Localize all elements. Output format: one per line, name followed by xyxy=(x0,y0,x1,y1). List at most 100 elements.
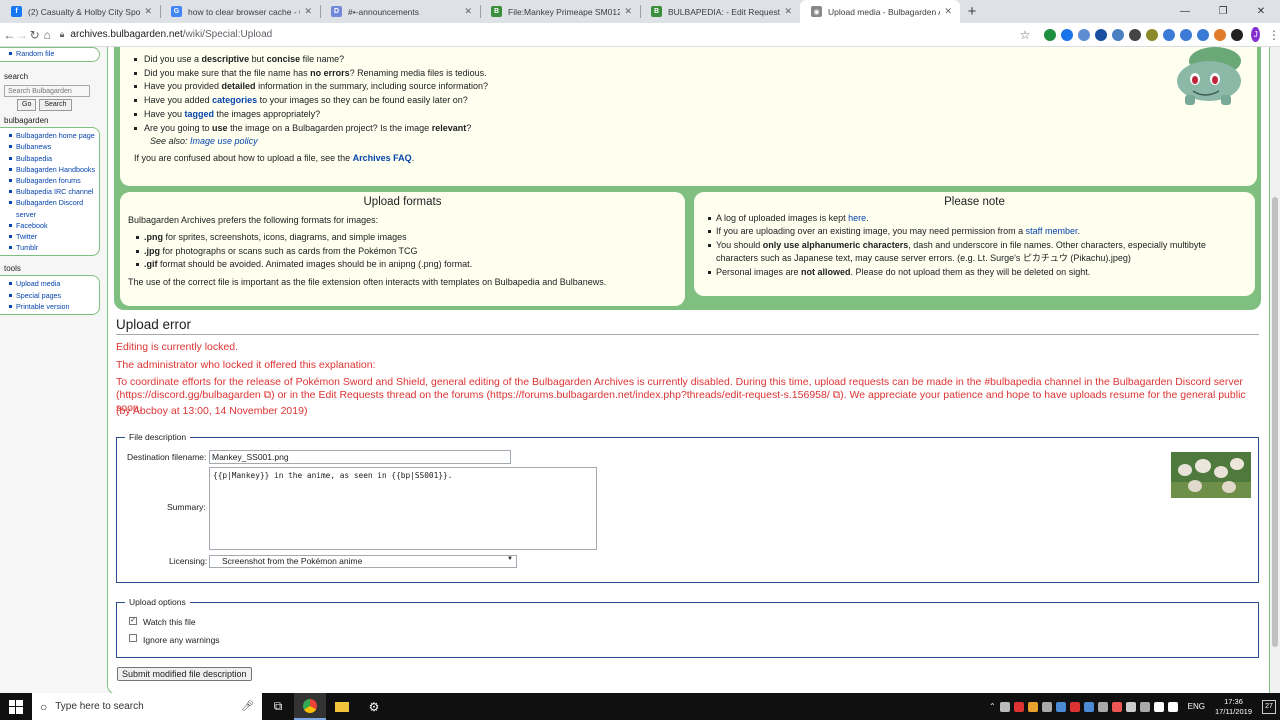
microphone-icon[interactable]: 🎤︎ xyxy=(241,701,254,712)
watch-file-label[interactable]: Watch this file xyxy=(143,617,196,627)
tray-app-icon[interactable] xyxy=(1041,701,1052,712)
sidebar-link[interactable]: Bulbapedia IRC channel xyxy=(4,186,97,197)
extension-icon[interactable] xyxy=(1197,28,1210,41)
extension-icon[interactable] xyxy=(1129,28,1142,41)
sidebar-search-input[interactable]: Search Bulbagarden xyxy=(4,85,90,98)
tagged-link[interactable]: tagged xyxy=(185,109,215,119)
file-description-legend: File description xyxy=(125,432,191,442)
tab-3[interactable]: B File:Mankey Primeape SM012.png✕ xyxy=(480,0,640,23)
file-description-fieldset: File description Destination filename: M… xyxy=(116,432,1259,583)
url-host: archives.bulbagarden.net xyxy=(70,29,183,40)
close-icon[interactable]: ✕ xyxy=(624,6,632,17)
scrollbar-thumb[interactable] xyxy=(1272,197,1278,647)
bookmark-star-icon[interactable]: ☆ xyxy=(1020,28,1031,42)
tray-app-icon[interactable] xyxy=(1125,701,1136,712)
minimize-icon[interactable]: — xyxy=(1166,0,1204,23)
show-hidden-icons-icon[interactable]: ⌃ xyxy=(989,702,996,711)
licensing-selected-value: Screenshot from the Pokémon anime xyxy=(222,556,363,566)
notification-center-icon[interactable]: 27 xyxy=(1262,699,1276,714)
taskbar-search-box[interactable]: ○ Type here to search 🎤︎ xyxy=(32,693,262,720)
tray-app-icon[interactable] xyxy=(1013,701,1024,712)
sidebar-link[interactable]: Bulbapedia xyxy=(4,153,97,164)
sidebar-link[interactable]: Special pages xyxy=(4,290,97,301)
upload-log-link[interactable]: here xyxy=(848,213,866,223)
restore-icon[interactable]: ❐ xyxy=(1204,0,1242,23)
back-icon[interactable]: ← xyxy=(3,28,16,42)
sidebar-link[interactable]: Tumblr xyxy=(4,242,97,253)
network-icon[interactable] xyxy=(1153,701,1164,712)
sidebar-link[interactable]: Bulbanews xyxy=(4,141,97,152)
ignore-warnings-checkbox[interactable] xyxy=(129,634,137,642)
extension-icon[interactable] xyxy=(1095,28,1108,41)
categories-link[interactable]: categories xyxy=(212,95,257,105)
extension-icon[interactable] xyxy=(1146,28,1159,41)
search-button[interactable]: Search xyxy=(39,99,72,112)
sidebar-link[interactable]: Printable version xyxy=(4,301,97,312)
input-language[interactable]: ENG xyxy=(1188,702,1205,711)
file-explorer-icon[interactable] xyxy=(326,693,358,720)
close-icon[interactable]: ✕ xyxy=(464,6,472,17)
image-use-policy-link[interactable]: Image use policy xyxy=(190,136,258,146)
sidebar-link[interactable]: Facebook xyxy=(4,220,97,231)
destination-filename-input[interactable]: Mankey_SS001.png xyxy=(209,450,511,464)
sidebar-link[interactable]: Bulbagarden forums xyxy=(4,175,97,186)
extension-icon[interactable] xyxy=(1231,28,1244,41)
extension-icon[interactable] xyxy=(1044,28,1057,41)
extension-icon[interactable] xyxy=(1061,28,1074,41)
tray-app-icon[interactable] xyxy=(1055,701,1066,712)
sidebar-item-random-file[interactable]: Random file xyxy=(4,48,97,59)
close-icon[interactable]: ✕ xyxy=(304,6,312,17)
close-icon[interactable]: ✕ xyxy=(784,6,792,17)
profile-avatar[interactable]: J xyxy=(1251,27,1261,42)
archives-faq-link[interactable]: Archives FAQ xyxy=(353,153,412,163)
summary-textarea[interactable]: {{p|Mankey}} in the anime, as seen in {{… xyxy=(209,467,597,550)
sidebar-link[interactable]: Bulbagarden Handbooks xyxy=(4,164,97,175)
tray-app-icon[interactable] xyxy=(1083,701,1094,712)
close-icon[interactable]: ✕ xyxy=(944,6,952,17)
tab-1[interactable]: Ghow to clear browser cache - Google ✕ xyxy=(160,0,320,23)
volume-icon[interactable] xyxy=(1167,701,1178,712)
licensing-select[interactable]: Screenshot from the Pokémon anime ▼ xyxy=(209,555,517,568)
sidebar-link[interactable]: Twitter xyxy=(4,231,97,242)
reload-icon[interactable]: ↻ xyxy=(28,28,41,42)
tab-0[interactable]: f (2) Casualty & Holby City Spoilers✕ xyxy=(0,0,160,23)
mankey-preview-thumbnail[interactable] xyxy=(1171,452,1251,498)
go-button[interactable]: Go xyxy=(17,99,37,112)
chrome-taskbar-icon[interactable] xyxy=(294,693,326,720)
tray-app-icon[interactable] xyxy=(1027,701,1038,712)
settings-gear-icon[interactable]: ⚙ xyxy=(358,693,390,720)
sidebar-link[interactable]: Bulbagarden home page xyxy=(4,130,97,141)
new-tab-button[interactable]: + xyxy=(960,0,984,23)
tab-5-active[interactable]: ◉ Upload media - Bulbagarden Archives ✕ xyxy=(800,0,960,23)
task-view-icon[interactable]: ⧉ xyxy=(262,693,294,720)
close-icon[interactable]: ✕ xyxy=(144,6,152,17)
address-bar[interactable]: 🔒︎ archives.bulbagarden.net/wiki/Special… xyxy=(60,25,960,45)
start-button[interactable] xyxy=(0,699,32,714)
tab-2[interactable]: D #•-announcements ✕ xyxy=(320,0,480,23)
watch-file-checkbox[interactable]: ✓ xyxy=(129,617,137,625)
taskbar-clock[interactable]: 17:36 17/11/2019 xyxy=(1215,697,1252,717)
sidebar-link[interactable]: Bulbagarden Discord server xyxy=(4,197,97,219)
lock-icon[interactable]: 🔒︎ xyxy=(60,29,65,40)
page-scrollbar[interactable] xyxy=(1270,47,1280,693)
tray-app-icon[interactable] xyxy=(1069,701,1080,712)
staff-member-link[interactable]: staff member xyxy=(1026,226,1078,236)
close-window-icon[interactable]: ✕ xyxy=(1242,0,1280,23)
extension-icon[interactable] xyxy=(1214,28,1227,41)
menu-kebab-icon[interactable]: ⋮ xyxy=(1268,28,1280,42)
extension-icon[interactable] xyxy=(1180,28,1193,41)
sidebar-link[interactable]: Upload media xyxy=(4,278,97,289)
extension-icon[interactable] xyxy=(1163,28,1176,41)
tray-app-icon[interactable] xyxy=(999,701,1010,712)
tab-4[interactable]: B BULBAPEDIA: - Edit Request(s) | B ✕ xyxy=(640,0,800,23)
extension-icon[interactable] xyxy=(1112,28,1125,41)
ignore-warnings-label[interactable]: Ignore any warnings xyxy=(143,635,220,645)
forward-icon[interactable]: → xyxy=(16,28,29,42)
extension-icon[interactable] xyxy=(1078,28,1091,41)
note-item: A log of uploaded images is kept here. xyxy=(706,212,1243,225)
tray-app-icon[interactable] xyxy=(1097,701,1108,712)
submit-modified-file-description-button[interactable]: Submit modified file description xyxy=(117,667,252,681)
tray-app-icon[interactable] xyxy=(1139,701,1150,712)
tray-app-icon[interactable] xyxy=(1111,701,1122,712)
home-icon[interactable]: ⌂ xyxy=(41,28,54,42)
